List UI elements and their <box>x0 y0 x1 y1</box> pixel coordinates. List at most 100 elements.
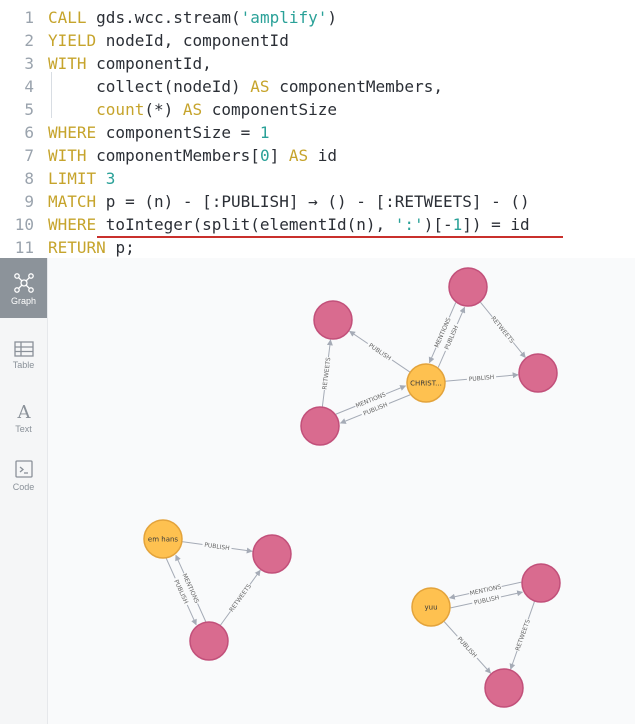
line-number: 1 <box>24 8 34 27</box>
line-number: 4 <box>24 77 34 96</box>
code-line[interactable]: 7 WITH componentMembers[0] AS id <box>0 144 635 167</box>
line-number: 5 <box>24 100 34 119</box>
view-tab-label: Table <box>12 360 35 370</box>
graph-node-tweet[interactable] <box>518 353 558 393</box>
code-line[interactable]: 3 WITH componentId, <box>0 52 635 75</box>
code-token: 'amplify' <box>240 8 328 27</box>
code-line[interactable]: 11 RETURN p; <box>0 236 635 259</box>
view-tab-label: Graph <box>10 296 36 306</box>
text-icon: A <box>16 402 31 422</box>
graph-node-tweet[interactable] <box>189 621 229 661</box>
code-line[interactable]: 1 CALL gds.wcc.stream('amplify') <box>0 6 635 29</box>
code-text: CALL gds.wcc.stream('amplify') <box>48 6 337 29</box>
node-label: yuu <box>424 604 437 612</box>
code-line[interactable]: 10 WHERE toInteger(split(elementId(n), ':… <box>0 213 635 236</box>
view-tab-label: Text <box>15 424 32 434</box>
svg-text:A: A <box>16 402 31 422</box>
code-token: p = (n) - [:PUBLISH] → () - [:RETWEETS] … <box>105 192 530 211</box>
code-token: ':' <box>394 215 424 234</box>
line-number: 9 <box>24 192 34 211</box>
edge-label: RETWEETS <box>489 315 515 345</box>
code-text: RETURN p; <box>48 236 135 259</box>
code-token: AS <box>288 146 318 165</box>
graph-node-tweet[interactable] <box>252 534 292 574</box>
code-token: ]) = id <box>462 215 530 234</box>
view-tab-graph[interactable]: Graph <box>0 258 47 318</box>
edge-label: RETWEETS <box>514 618 532 651</box>
node-label: em hans <box>148 536 179 544</box>
view-tab-text[interactable]: A Text <box>0 386 47 446</box>
graph-node-tweet[interactable] <box>521 563 561 603</box>
code-line[interactable]: 4 collect(nodeId) AS componentMembers, <box>0 75 635 98</box>
code-icon <box>14 460 33 478</box>
view-tab-label: Code <box>12 482 35 492</box>
graph-svg[interactable]: PUBLISHRETWEETSMENTIONSPUBLISHPUBLISHMEN… <box>48 258 635 724</box>
code-token: collect(nodeId) <box>48 77 251 96</box>
graph-icon <box>13 273 34 293</box>
graph-node-tweet[interactable] <box>484 668 524 708</box>
code-token: ) <box>327 8 338 27</box>
code-line[interactable]: 8 LIMIT 3 <box>0 167 635 190</box>
graph-node-tweet[interactable] <box>300 406 340 446</box>
code-text: YIELD nodeId, componentId <box>48 29 289 52</box>
view-tab-table[interactable]: Table <box>0 326 47 386</box>
edge-label: PUBLISH <box>473 594 499 606</box>
code-token: toInteger(split(elementId(n), <box>105 215 395 234</box>
code-token: AS <box>182 100 212 119</box>
edge-label: RETWEETS <box>321 357 332 390</box>
line-number: 2 <box>24 31 34 50</box>
edge-label: PUBLISH <box>456 636 478 660</box>
code-token: componentMembers[ <box>96 146 260 165</box>
code-text: WITH componentId, <box>48 52 212 75</box>
edge-label: PUBLISH <box>204 542 230 552</box>
node-label: CHRIST... <box>410 380 442 388</box>
line-number: 3 <box>24 54 34 73</box>
code-token: YIELD <box>48 31 106 50</box>
code-token: CALL <box>48 8 97 27</box>
line-number: 7 <box>24 146 34 165</box>
graph-canvas[interactable]: PUBLISH RETWEETS MENTIONS PUBLISH PUBLISH MEN… <box>48 258 635 724</box>
code-token: 3 <box>105 169 116 188</box>
code-text: WHERE componentSize = 1 <box>48 121 270 144</box>
code-token: componentMembers, <box>279 77 443 96</box>
result-frame: Graph Table A Text Code PUBLISH RETWEETS… <box>0 258 635 724</box>
code-text: MATCH p = (n) - [:PUBLISH] → () - [:RETW… <box>48 190 530 213</box>
code-token: MATCH <box>48 192 106 211</box>
code-token: p; <box>115 238 135 257</box>
query-editor[interactable]: 1 CALL gds.wcc.stream('amplify') 2 YIELD no… <box>0 0 635 258</box>
code-line[interactable]: 5 count(*) AS componentSize <box>0 98 635 121</box>
code-token: WITH <box>48 146 97 165</box>
edge-label: RETWEETS <box>228 583 253 614</box>
code-token: gds.wcc.stream( <box>96 8 241 27</box>
code-line[interactable]: 9 MATCH p = (n) - [:PUBLISH] → () - [:RET… <box>0 190 635 213</box>
code-token: AS <box>250 77 280 96</box>
code-token: )[- <box>423 215 453 234</box>
code-token: 0 <box>259 146 270 165</box>
code-token: count <box>48 100 145 119</box>
line-number: 8 <box>24 169 34 188</box>
code-token: RETURN <box>48 238 116 257</box>
code-text: collect(nodeId) AS componentMembers, <box>48 75 443 98</box>
view-switcher: Graph Table A Text Code <box>0 258 48 724</box>
view-tab-code[interactable]: Code <box>0 444 47 504</box>
line-number: 6 <box>24 123 34 142</box>
code-token: componentId, <box>96 54 212 73</box>
code-token: (*) <box>144 100 183 119</box>
code-token: id <box>317 146 338 165</box>
code-token: ] <box>269 146 289 165</box>
code-line[interactable]: 2 YIELD nodeId, componentId <box>0 29 635 52</box>
code-token: componentSize = <box>105 123 260 142</box>
code-token: nodeId, componentId <box>105 31 289 50</box>
graph-node-tweet[interactable] <box>313 300 353 340</box>
code-token: componentSize <box>211 100 337 119</box>
code-token: 1 <box>259 123 270 142</box>
graph-node-tweet[interactable] <box>448 267 488 307</box>
code-text: WITH componentMembers[0] AS id <box>48 144 337 167</box>
code-line[interactable]: 6 WHERE componentSize = 1 <box>0 121 635 144</box>
table-icon <box>13 341 34 357</box>
error-underline <box>97 236 563 238</box>
code-token: LIMIT <box>48 169 106 188</box>
code-token: WITH <box>48 54 97 73</box>
code-text: count(*) AS componentSize <box>48 98 337 121</box>
code-text: LIMIT 3 <box>48 167 115 190</box>
